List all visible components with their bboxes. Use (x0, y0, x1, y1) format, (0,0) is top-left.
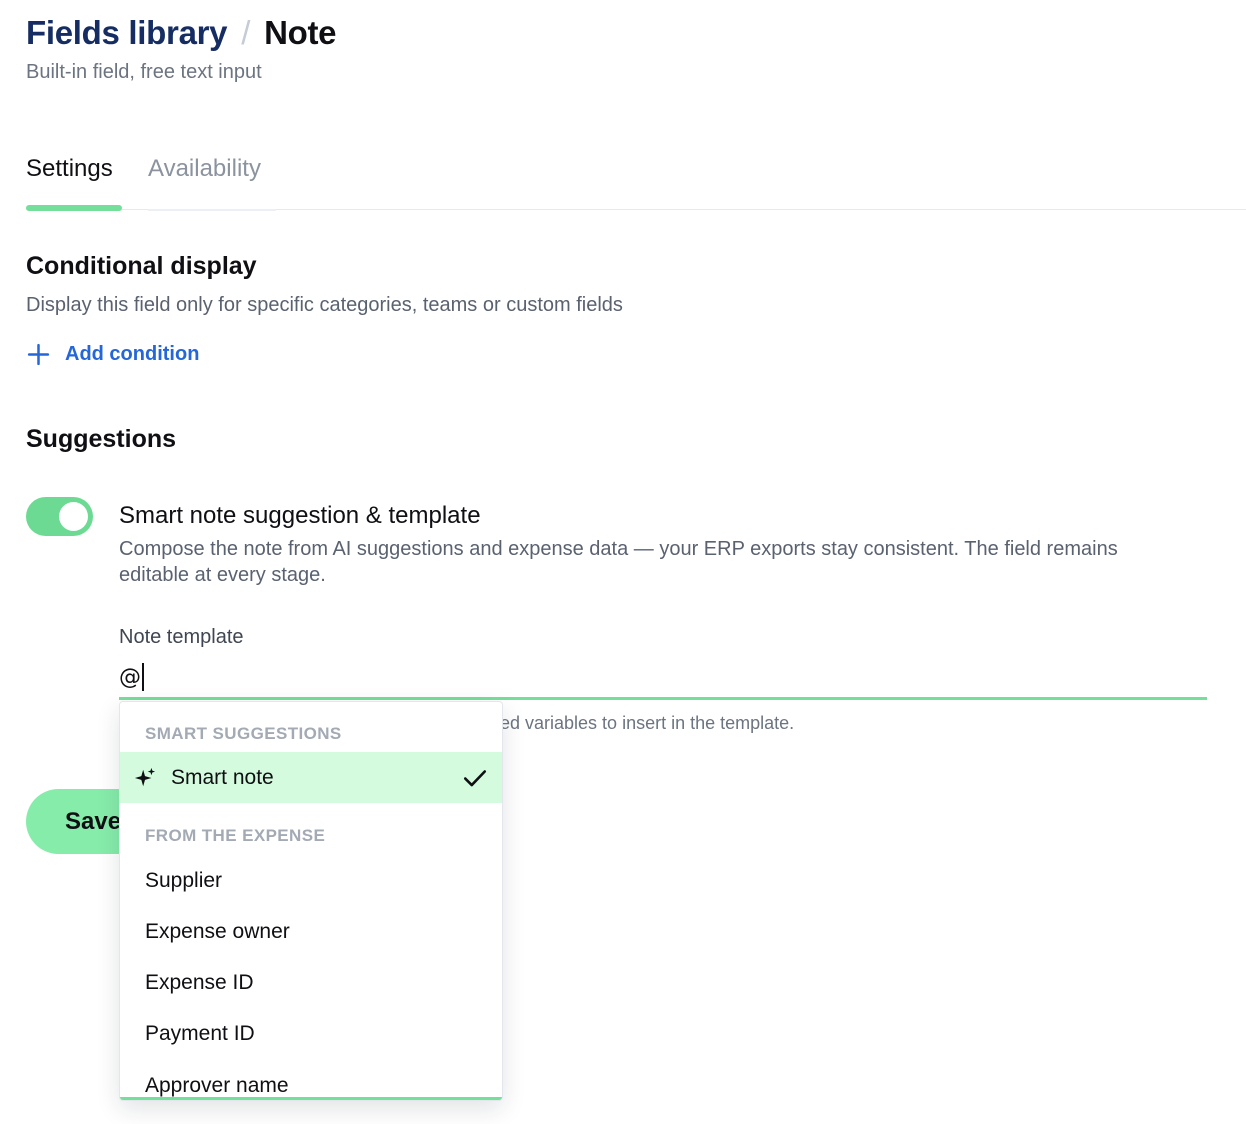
option-label: Expense owner (145, 919, 290, 943)
option-label: Payment ID (145, 1021, 255, 1045)
option-label: Expense ID (145, 970, 254, 994)
plus-icon (27, 343, 50, 366)
sparkle-icon (134, 767, 156, 786)
note-template-label: Note template (119, 626, 244, 648)
breadcrumb-separator: / (241, 14, 251, 51)
option-expense-id[interactable]: Expense ID (120, 957, 502, 1008)
dropdown-bottom-accent (120, 1097, 502, 1100)
group-label-from-the-expense: FROM THE EXPENSE (145, 826, 326, 845)
field-settings-page: Fields library / Note Built-in field, fr… (0, 0, 1246, 1124)
tab-settings[interactable]: Settings (26, 155, 122, 211)
note-template-value: @ (119, 664, 141, 690)
smart-note-setting-title: Smart note suggestion & template (119, 502, 481, 529)
page-subtitle: Built-in field, free text input (26, 61, 262, 83)
conditional-display-title: Conditional display (26, 252, 257, 280)
page-title: Note (264, 14, 337, 51)
option-payment-id[interactable]: Payment ID (120, 1008, 502, 1059)
breadcrumb-fields-library[interactable]: Fields library (26, 14, 228, 52)
option-label: Supplier (145, 868, 223, 892)
tab-settings-label: Settings (26, 155, 113, 182)
tab-bar: Settings Availability (26, 155, 1246, 211)
option-supplier[interactable]: Supplier (120, 855, 502, 906)
active-tab-indicator (26, 205, 122, 211)
variable-dropdown: SMART SUGGESTIONS Smart note FROM THE EX… (119, 701, 503, 1101)
option-expense-owner[interactable]: Expense owner (120, 906, 502, 957)
conditional-display-description: Display this field only for specific cat… (26, 294, 623, 316)
checkmark-icon (463, 770, 487, 787)
option-smart-note[interactable]: Smart note (120, 752, 502, 803)
tab-availability-label: Availability (148, 155, 261, 182)
add-condition-label: Add condition (65, 343, 200, 365)
note-template-input[interactable]: @ (119, 657, 1207, 700)
option-approver-name[interactable]: Approver name (120, 1060, 502, 1100)
add-condition-button[interactable]: Add condition (26, 342, 199, 367)
breadcrumb: Fields library / Note (26, 14, 337, 52)
note-template-helper: ed variables to insert in the template. (500, 713, 795, 733)
text-caret (142, 663, 144, 691)
smart-note-setting-description: Compose the note from AI suggestions and… (119, 538, 1118, 586)
tab-availability[interactable]: Availability (148, 155, 276, 211)
group-label-smart-suggestions: SMART SUGGESTIONS (145, 724, 342, 743)
tab-underline (148, 209, 276, 211)
smart-note-toggle[interactable] (26, 497, 93, 536)
suggestions-title: Suggestions (26, 425, 177, 453)
option-smart-note-label: Smart note (171, 765, 274, 789)
save-button-label: Save (65, 807, 122, 835)
option-label: Approver name (145, 1073, 289, 1097)
toggle-knob (59, 502, 88, 531)
